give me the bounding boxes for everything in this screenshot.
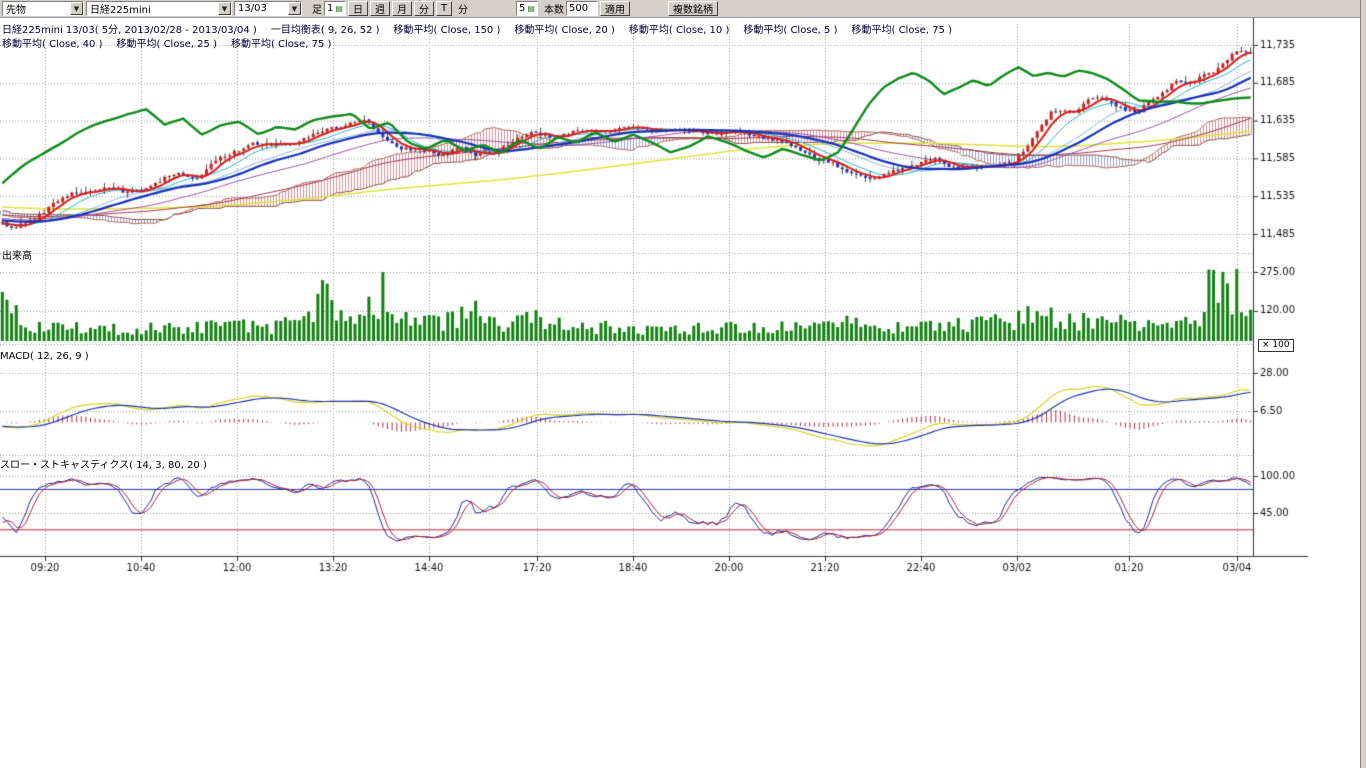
minute-label: 分 xyxy=(458,1,468,16)
symbol-select[interactable]: 日経225mini ▼ xyxy=(86,1,232,16)
bars-per-candle-input[interactable]: 5 ▤ xyxy=(516,1,538,16)
symbol-value: 日経225mini xyxy=(87,1,154,16)
volume-multiplier-badge: × 100 xyxy=(1258,339,1294,352)
period-button-3[interactable]: 分 xyxy=(414,1,434,16)
bar-type-label: 足 xyxy=(312,1,322,16)
chart-area: 日経225mini 13/03( 5分, 2013/02/28 - 2013/0… xyxy=(0,18,1366,768)
tick-button[interactable]: T xyxy=(436,1,452,16)
price-chart-canvas[interactable] xyxy=(0,18,1310,578)
period-button-group: 日週月分 xyxy=(348,1,434,16)
bars-per-candle-value: 5 xyxy=(519,3,525,14)
period-button-1[interactable]: 週 xyxy=(370,1,390,16)
bar-interval-value: 1 xyxy=(327,3,333,14)
bar-count-value: 500 xyxy=(569,3,588,14)
instrument-type-value: 先物 xyxy=(3,1,29,16)
bar-chart-icon: ▤ xyxy=(527,5,535,13)
bar-count-label: 本数 xyxy=(544,1,564,16)
bar-chart-icon: ▤ xyxy=(335,5,343,13)
apply-button[interactable]: 適用 xyxy=(600,1,630,16)
contract-month-select[interactable]: 13/03 ▼ xyxy=(234,1,302,16)
chevron-down-icon[interactable]: ▼ xyxy=(288,2,301,15)
period-button-2[interactable]: 月 xyxy=(392,1,412,16)
macd-panel-title: MACD( 12, 26, 9 ) xyxy=(0,351,89,362)
bar-count-input[interactable]: 500 xyxy=(566,1,598,16)
stoch-panel-title: スロー・ストキャスティクス( 14, 3, 80, 20 ) xyxy=(0,456,207,471)
chevron-down-icon[interactable]: ▼ xyxy=(70,2,83,15)
instrument-type-select[interactable]: 先物 ▼ xyxy=(2,1,84,16)
period-button-0[interactable]: 日 xyxy=(348,1,368,16)
volume-panel-title: 出来高 xyxy=(2,247,32,262)
contract-month-value: 13/03 xyxy=(235,3,270,14)
multi-symbol-button[interactable]: 複数銘柄 xyxy=(668,1,718,16)
window-right-border xyxy=(1360,0,1366,768)
toolbar: 先物 ▼ 日経225mini ▼ 13/03 ▼ 足 1 ▤ 日週月分 T 分 … xyxy=(0,0,1366,18)
chevron-down-icon[interactable]: ▼ xyxy=(218,2,231,15)
bar-interval-input[interactable]: 1 ▤ xyxy=(324,1,346,16)
